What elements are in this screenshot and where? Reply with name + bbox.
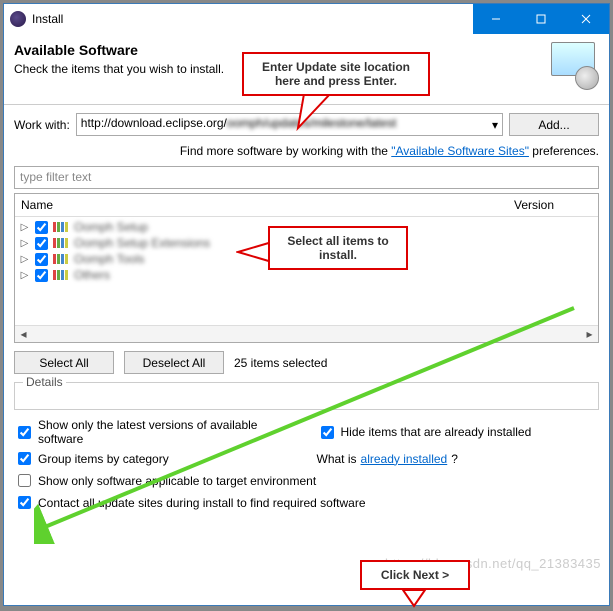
what-is-installed: What is already installed? — [317, 449, 600, 468]
horizontal-scrollbar[interactable]: ◂ ▸ — [15, 325, 598, 342]
available-sites-link[interactable]: "Available Software Sites" — [391, 144, 529, 158]
callout-click-next: Click Next > — [360, 560, 470, 590]
feature-icon — [53, 270, 68, 280]
opt-target-env[interactable]: Show only software applicable to target … — [14, 471, 599, 490]
expand-icon[interactable]: ▷ — [19, 222, 30, 233]
tree-header: Name Version — [15, 194, 598, 217]
options-grid: Show only the latest versions of availab… — [14, 418, 599, 512]
expand-icon[interactable]: ▷ — [19, 254, 30, 265]
opt-hide-installed[interactable]: Hide items that are already installed — [317, 418, 600, 446]
column-name[interactable]: Name — [15, 194, 508, 216]
expand-icon[interactable]: ▷ — [19, 238, 30, 249]
opt-contact-sites[interactable]: Contact all update sites during install … — [14, 493, 599, 512]
tree-item-checkbox[interactable] — [35, 237, 48, 250]
tree-item-label: Oomph Tools — [74, 252, 144, 266]
checkbox-target-env[interactable] — [18, 474, 31, 487]
window-title: Install — [32, 12, 473, 26]
checkbox-contact-sites[interactable] — [18, 496, 31, 509]
sites-hint: Find more software by working with the "… — [14, 144, 599, 158]
scroll-right-icon[interactable]: ▸ — [581, 326, 598, 343]
maximize-button[interactable] — [518, 4, 563, 34]
add-button[interactable]: Add... — [509, 113, 599, 136]
deselect-all-button[interactable]: Deselect All — [124, 351, 224, 374]
already-installed-link[interactable]: already installed — [361, 452, 448, 466]
checkbox-latest-only[interactable] — [18, 426, 31, 439]
tree-item-label: Oomph Setup — [74, 220, 148, 234]
tree-item-checkbox[interactable] — [35, 221, 48, 234]
feature-icon — [53, 222, 68, 232]
close-button[interactable] — [563, 4, 609, 34]
dialog-body: Work with: http://download.eclipse.org/o… — [4, 105, 609, 605]
tree-item-checkbox[interactable] — [35, 269, 48, 282]
work-with-value: http://download.eclipse.org/ — [81, 116, 227, 130]
install-illustration-icon — [551, 42, 599, 90]
callout-tail-1 — [294, 92, 334, 135]
chevron-down-icon: ▾ — [492, 118, 498, 132]
callout-enter-url: Enter Update site location here and pres… — [242, 52, 430, 96]
callout-select-all: Select all items to install. — [268, 226, 408, 270]
details-label: Details — [23, 375, 66, 389]
callout-tail-3 — [399, 588, 429, 611]
details-group: Details — [14, 382, 599, 410]
opt-group-category[interactable]: Group items by category — [14, 449, 297, 468]
selection-count: 25 items selected — [234, 356, 327, 370]
titlebar[interactable]: Install — [4, 4, 609, 34]
selection-row: Select All Deselect All 25 items selecte… — [14, 351, 599, 374]
checkbox-hide-installed[interactable] — [321, 426, 334, 439]
feature-icon — [53, 254, 68, 264]
tree-item-label: Oomph Setup Extensions — [74, 236, 210, 250]
checkbox-group-category[interactable] — [18, 452, 31, 465]
filter-input[interactable]: type filter text — [14, 166, 599, 189]
eclipse-icon — [10, 11, 26, 27]
minimize-button[interactable] — [473, 4, 518, 34]
tree-item-checkbox[interactable] — [35, 253, 48, 266]
tree-item-label: Others — [74, 268, 110, 282]
work-with-label: Work with: — [14, 118, 70, 132]
work-with-combo[interactable]: http://download.eclipse.org/oomph/update… — [76, 113, 503, 136]
scroll-left-icon[interactable]: ◂ — [15, 326, 32, 343]
opt-latest-only[interactable]: Show only the latest versions of availab… — [14, 418, 297, 446]
feature-icon — [53, 238, 68, 248]
column-version[interactable]: Version — [508, 194, 598, 216]
expand-icon[interactable]: ▷ — [19, 270, 30, 281]
select-all-button[interactable]: Select All — [14, 351, 114, 374]
install-dialog: Install Available Software Check the ite… — [3, 3, 610, 606]
